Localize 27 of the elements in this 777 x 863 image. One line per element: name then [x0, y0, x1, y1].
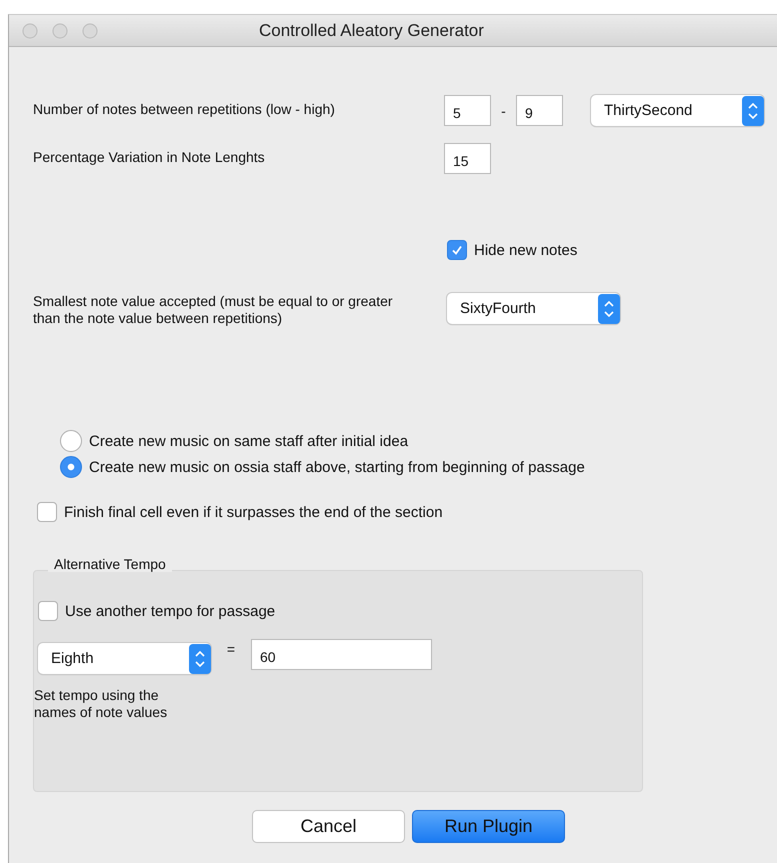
hint-text: Set tempo using the names of note values: [34, 687, 168, 721]
input-field[interactable]: 60: [251, 639, 432, 670]
group-title: Alternative Tempo: [48, 556, 172, 572]
run-button[interactable]: Run Plugin: [412, 810, 565, 843]
check-icon: [450, 243, 464, 257]
note-value-dropdown[interactable]: SixtyFourth: [447, 293, 620, 324]
field-label: Percentage Variation in Note Lenghts: [33, 148, 266, 165]
stepper-icon: [189, 644, 211, 674]
input-field[interactable]: 9: [516, 95, 563, 126]
stepper-icon: [598, 294, 620, 324]
window-controls-icon[interactable]: [22, 22, 98, 38]
equals-sign: =: [226, 641, 236, 657]
radio-button[interactable]: Create new music on same staff after initial idea: [60, 430, 777, 452]
field-label: Number of notes between repetitions (low - high): [33, 100, 336, 117]
window-title: Controlled Aleatory Generator: [259, 21, 484, 41]
checkbox[interactable]: Hide new notes: [447, 240, 578, 260]
input-field[interactable]: 5: [444, 95, 491, 126]
stepper-icon: [742, 96, 764, 126]
cancel-button[interactable]: Cancel: [252, 810, 405, 843]
range-separator: -: [500, 102, 507, 119]
field-label: Smallest note value accepted (must be equal to or greater than the note value between repetitions): [33, 293, 394, 327]
note-value-dropdown[interactable]: ThirtySecond: [591, 95, 764, 126]
input-field[interactable]: 15: [444, 143, 491, 174]
checkbox[interactable]: Use another tempo for passage: [38, 601, 642, 621]
radio-button[interactable]: Create new music on ossia staff above, starting from beginning of passage: [60, 456, 777, 478]
checkbox[interactable]: Finish final cell even if it surpasses the end of the section: [33, 502, 777, 522]
note-value-dropdown[interactable]: Eighth: [38, 643, 211, 674]
